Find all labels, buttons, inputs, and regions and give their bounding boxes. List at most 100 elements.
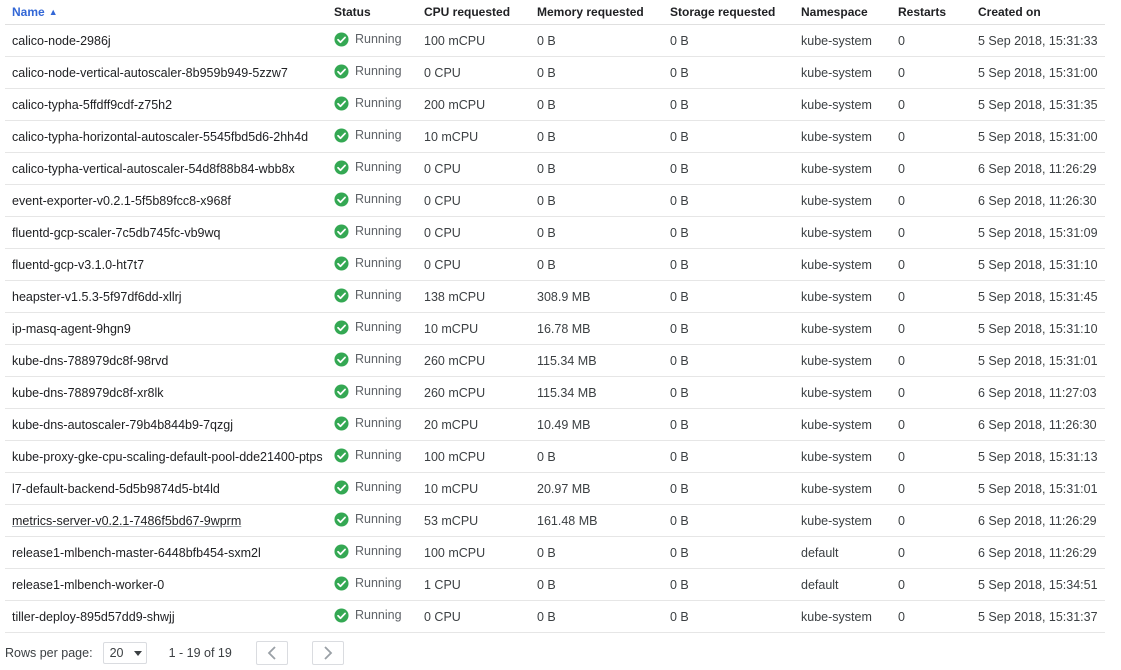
pod-name[interactable]: release1-mlbench-worker-0: [5, 568, 334, 601]
restarts: 0: [898, 280, 978, 313]
table-row[interactable]: metrics-server-v0.2.1-7486f5bd67-9wprm Ru…: [5, 504, 1105, 537]
check-circle-icon: [334, 159, 349, 175]
next-page-button[interactable]: [311, 641, 344, 665]
pod-name[interactable]: l7-default-backend-5d5b9874d5-bt4ld: [5, 472, 334, 505]
table-row[interactable]: kube-dns-autoscaler-79b4b844b9-7qzgj Runn…: [5, 408, 1105, 441]
storage-requested: 0 B: [670, 312, 801, 345]
restarts: 0: [898, 568, 978, 601]
check-circle-icon: [334, 543, 349, 559]
pod-name-link[interactable]: calico-typha-5ffdff9cdf-z75h2: [12, 98, 172, 112]
restarts: 0: [898, 440, 978, 473]
cpu-requested: 100 mCPU: [424, 24, 537, 57]
table-row[interactable]: fluentd-gcp-v3.1.0-ht7t7 Running 0 CPU 0 B0…: [5, 248, 1105, 281]
pod-name[interactable]: kube-dns-788979dc8f-98rvd: [5, 344, 334, 377]
namespace: kube-system: [801, 56, 898, 89]
pod-name[interactable]: calico-node-vertical-autoscaler-8b959b94…: [5, 56, 334, 89]
table-row[interactable]: kube-dns-788979dc8f-xr8lk Running 260 mCPU…: [5, 376, 1105, 409]
pod-name-link[interactable]: fluentd-gcp-scaler-7c5db745fc-vb9wq: [12, 226, 220, 240]
storage-requested: 0 B: [670, 472, 801, 505]
previous-page-button[interactable]: [255, 641, 288, 665]
pod-name-link[interactable]: event-exporter-v0.2.1-5f5b89fcc8-x968f: [12, 194, 231, 208]
pod-name[interactable]: event-exporter-v0.2.1-5f5b89fcc8-x968f: [5, 184, 334, 217]
pod-name-link[interactable]: release1-mlbench-master-6448bfb454-sxm2l: [12, 546, 261, 560]
namespace: default: [801, 536, 898, 569]
column-header-memory[interactable]: Memory requested: [537, 0, 670, 25]
column-header-cpu[interactable]: CPU requested: [424, 0, 537, 25]
pod-name-link[interactable]: release1-mlbench-worker-0: [12, 578, 164, 592]
pod-name-link[interactable]: metrics-server-v0.2.1-7486f5bd67-9wprm: [12, 514, 241, 528]
status-cell: Running: [334, 568, 424, 601]
column-header-label: Namespace: [801, 5, 868, 19]
table-row[interactable]: calico-typha-vertical-autoscaler-54d8f88…: [5, 152, 1105, 185]
status-cell: Running: [334, 216, 424, 249]
table-row[interactable]: calico-node-2986j Running 100 mCPU 0 B0 Bku…: [5, 24, 1105, 57]
restarts: 0: [898, 88, 978, 121]
table-row[interactable]: release1-mlbench-worker-0 Running 1 CPU 0 B…: [5, 568, 1105, 601]
pod-name-link[interactable]: calico-typha-horizontal-autoscaler-5545f…: [12, 130, 308, 144]
table-row[interactable]: release1-mlbench-master-6448bfb454-sxm2l…: [5, 536, 1105, 569]
table-row[interactable]: fluentd-gcp-scaler-7c5db745fc-vb9wq Runni…: [5, 216, 1105, 249]
pod-name[interactable]: kube-dns-autoscaler-79b4b844b9-7qzgj: [5, 408, 334, 441]
created-on: 5 Sep 2018, 15:31:09: [978, 216, 1105, 249]
table-row[interactable]: kube-proxy-gke-cpu-scaling-default-pool-…: [5, 440, 1105, 473]
pod-name-link[interactable]: tiller-deploy-895d57dd9-shwjj: [12, 610, 175, 624]
created-on: 5 Sep 2018, 15:31:00: [978, 56, 1105, 89]
pod-name[interactable]: calico-node-2986j: [5, 24, 334, 57]
table-row[interactable]: event-exporter-v0.2.1-5f5b89fcc8-x968f Ru…: [5, 184, 1105, 217]
status-text: Running: [355, 288, 402, 302]
pod-name[interactable]: kube-proxy-gke-cpu-scaling-default-pool-…: [5, 440, 334, 473]
namespace: kube-system: [801, 312, 898, 345]
pod-name-link[interactable]: kube-proxy-gke-cpu-scaling-default-pool-…: [12, 450, 323, 464]
table-row[interactable]: heapster-v1.5.3-5f97df6dd-xllrj Running 13…: [5, 280, 1105, 313]
pod-name-link[interactable]: calico-node-2986j: [12, 34, 111, 48]
memory-requested: 0 B: [537, 88, 670, 121]
pod-name-link[interactable]: calico-typha-vertical-autoscaler-54d8f88…: [12, 162, 295, 176]
pod-name-link[interactable]: ip-masq-agent-9hgn9: [12, 322, 131, 336]
pod-name-link[interactable]: fluentd-gcp-v3.1.0-ht7t7: [12, 258, 144, 272]
pod-name-link[interactable]: calico-node-vertical-autoscaler-8b959b94…: [12, 66, 288, 80]
pod-name[interactable]: release1-mlbench-master-6448bfb454-sxm2l: [5, 536, 334, 569]
status-cell: Running: [334, 56, 424, 89]
pod-name[interactable]: heapster-v1.5.3-5f97df6dd-xllrj: [5, 280, 334, 313]
column-header-status[interactable]: Status: [334, 0, 424, 25]
rows-per-page-select[interactable]: 20: [102, 642, 147, 664]
storage-requested: 0 B: [670, 88, 801, 121]
table-row[interactable]: l7-default-backend-5d5b9874d5-bt4ld Runni…: [5, 472, 1105, 505]
column-header-storage[interactable]: Storage requested: [670, 0, 801, 25]
column-header-restarts[interactable]: Restarts: [898, 0, 978, 25]
column-header-name[interactable]: Name ▲: [5, 0, 334, 25]
created-on: 6 Sep 2018, 11:26:29: [978, 152, 1105, 185]
storage-requested: 0 B: [670, 248, 801, 281]
created-on: 5 Sep 2018, 15:31:10: [978, 248, 1105, 281]
pod-name-link[interactable]: kube-dns-autoscaler-79b4b844b9-7qzgj: [12, 418, 233, 432]
column-header-namespace[interactable]: Namespace: [801, 0, 898, 25]
memory-requested: 0 B: [537, 568, 670, 601]
table-row[interactable]: kube-dns-788979dc8f-98rvd Running 260 mCPU…: [5, 344, 1105, 377]
table-row[interactable]: ip-masq-agent-9hgn9 Running 10 mCPU 16.78 M…: [5, 312, 1105, 345]
status-cell: Running: [334, 88, 424, 121]
pod-name[interactable]: ip-masq-agent-9hgn9: [5, 312, 334, 345]
table-row[interactable]: calico-node-vertical-autoscaler-8b959b94…: [5, 56, 1105, 89]
pod-name[interactable]: fluentd-gcp-scaler-7c5db745fc-vb9wq: [5, 216, 334, 249]
check-circle-icon: [334, 63, 349, 79]
pod-name[interactable]: calico-typha-vertical-autoscaler-54d8f88…: [5, 152, 334, 185]
pod-name[interactable]: tiller-deploy-895d57dd9-shwjj: [5, 600, 334, 633]
rows-per-page-value: 20: [109, 646, 124, 660]
namespace: kube-system: [801, 504, 898, 537]
table-row[interactable]: calico-typha-horizontal-autoscaler-5545f…: [5, 120, 1105, 153]
pod-name[interactable]: metrics-server-v0.2.1-7486f5bd67-9wprm: [5, 504, 334, 537]
table-row[interactable]: tiller-deploy-895d57dd9-shwjj Running 0 CP…: [5, 600, 1105, 633]
pod-name-link[interactable]: heapster-v1.5.3-5f97df6dd-xllrj: [12, 290, 182, 304]
pod-name[interactable]: calico-typha-5ffdff9cdf-z75h2: [5, 88, 334, 121]
table-row[interactable]: calico-typha-5ffdff9cdf-z75h2 Running 200 …: [5, 88, 1105, 121]
pod-name[interactable]: calico-typha-horizontal-autoscaler-5545f…: [5, 120, 334, 153]
restarts: 0: [898, 216, 978, 249]
column-header-created[interactable]: Created on: [978, 0, 1105, 25]
pod-name-link[interactable]: kube-dns-788979dc8f-98rvd: [12, 354, 168, 368]
storage-requested: 0 B: [670, 120, 801, 153]
check-circle-icon: [334, 575, 349, 591]
pod-name-link[interactable]: kube-dns-788979dc8f-xr8lk: [12, 386, 163, 400]
pod-name-link[interactable]: l7-default-backend-5d5b9874d5-bt4ld: [12, 482, 220, 496]
pod-name[interactable]: fluentd-gcp-v3.1.0-ht7t7: [5, 248, 334, 281]
pod-name[interactable]: kube-dns-788979dc8f-xr8lk: [5, 376, 334, 409]
